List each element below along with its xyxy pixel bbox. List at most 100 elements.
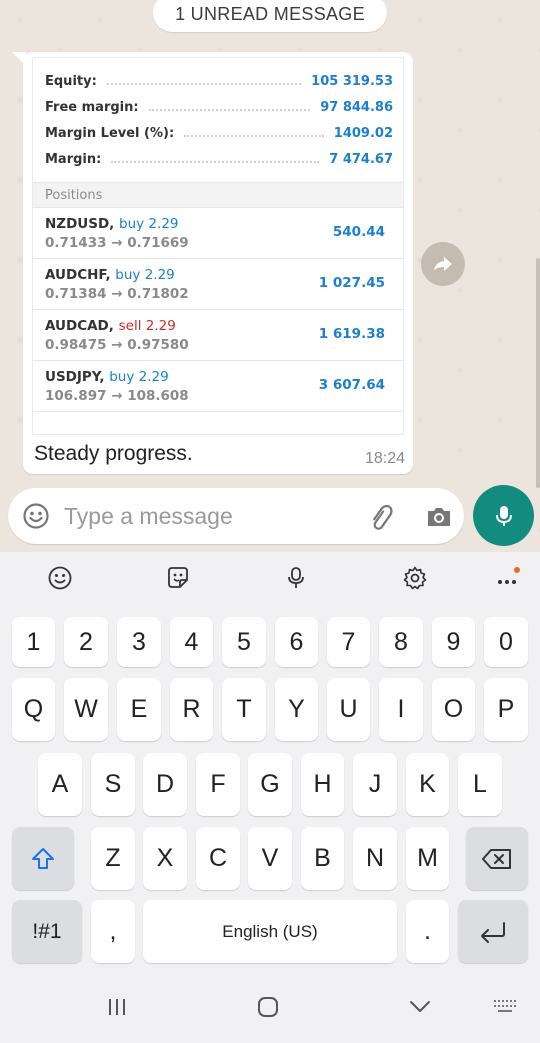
attach-button[interactable]	[366, 502, 396, 532]
key-6[interactable]: 6	[275, 617, 318, 667]
position-side: buy 2.29	[109, 369, 169, 385]
key-a[interactable]: A	[38, 753, 82, 816]
comma-key[interactable]: ,	[91, 900, 135, 963]
position-prices: 0.71433 → 0.71669	[45, 235, 189, 251]
key-0[interactable]: 0	[484, 617, 528, 667]
dotted-leader	[111, 161, 320, 163]
navigation-bar	[0, 972, 540, 1043]
backspace-icon	[482, 848, 511, 869]
voice-message-button[interactable]	[473, 485, 534, 546]
key-z[interactable]: Z	[91, 827, 135, 890]
message-time: 18:24	[364, 450, 405, 467]
voice-input-icon	[288, 567, 304, 588]
position-profit: 1 619.38	[318, 326, 385, 342]
message-composer	[8, 488, 464, 544]
scrollbar[interactable]	[536, 258, 540, 488]
symbol-text: NZDUSD,	[45, 216, 115, 232]
account-label: Margin Level (%):	[45, 125, 175, 141]
hide-keyboard-button[interactable]	[400, 992, 440, 1022]
position-row: NZDUSD, buy 2.29 0.71433 → 0.71669 540.4…	[33, 208, 403, 259]
position-prices: 0.98475 → 0.97580	[45, 337, 189, 353]
position-symbol: NZDUSD, buy 2.29	[45, 216, 179, 232]
key-4[interactable]: 4	[170, 617, 213, 667]
key-t[interactable]: T	[222, 678, 266, 741]
sticker-button[interactable]	[165, 565, 191, 591]
key-i[interactable]: I	[379, 678, 423, 741]
emoji-icon	[23, 503, 49, 529]
emoji-icon	[48, 566, 72, 590]
more-button[interactable]	[495, 565, 521, 591]
message-input[interactable]	[64, 496, 344, 536]
account-row-equity: Equity: 105 319.53	[45, 68, 393, 94]
position-prices: 0.71384 → 0.71802	[45, 286, 189, 302]
position-row: AUDCAD, sell 2.29 0.98475 → 0.97580 1 61…	[33, 310, 403, 361]
trading-screenshot[interactable]: Equity: 105 319.53 Free margin: 97 844.8…	[32, 57, 404, 435]
account-row-margin: Margin: 7 474.67	[45, 146, 393, 172]
recents-icon	[109, 999, 125, 1015]
key-w[interactable]: W	[64, 678, 108, 741]
account-label: Margin:	[45, 151, 102, 167]
key-3[interactable]: 3	[117, 617, 161, 667]
settings-icon	[403, 566, 427, 590]
symbol-text: USDJPY,	[45, 369, 105, 385]
enter-key[interactable]	[458, 900, 528, 963]
key-g[interactable]: G	[248, 753, 292, 816]
key-x[interactable]: X	[143, 827, 187, 890]
key-v[interactable]: V	[248, 827, 292, 890]
dotted-leader	[148, 109, 311, 111]
keyboard-icon	[494, 1000, 516, 1012]
key-s[interactable]: S	[91, 753, 135, 816]
key-o[interactable]: O	[432, 678, 475, 741]
paperclip-icon	[373, 504, 393, 530]
symbols-key[interactable]: !#1	[12, 900, 82, 963]
position-side: sell 2.29	[118, 318, 176, 334]
account-value: 7 474.67	[329, 151, 393, 167]
keyboard-emoji-button[interactable]	[47, 565, 73, 591]
key-9[interactable]: 9	[432, 617, 475, 667]
key-q[interactable]: Q	[12, 678, 55, 741]
account-value: 1409.02	[333, 125, 393, 141]
key-r[interactable]: R	[170, 678, 213, 741]
key-b[interactable]: B	[301, 827, 344, 890]
key-h[interactable]: H	[301, 753, 344, 816]
account-label: Equity:	[45, 73, 97, 89]
shift-key[interactable]	[12, 827, 74, 890]
keyboard-toolbar	[0, 552, 540, 604]
keyboard: 1 2 3 4 5 6 7 8 9 0 Q W E R T Y U I O P …	[0, 552, 540, 1043]
key-j[interactable]: J	[353, 753, 397, 816]
key-e[interactable]: E	[117, 678, 161, 741]
recents-button[interactable]	[97, 992, 137, 1022]
position-symbol: USDJPY, buy 2.29	[45, 369, 169, 385]
key-c[interactable]: C	[196, 827, 240, 890]
key-2[interactable]: 2	[64, 617, 108, 667]
unread-banner: 1 UNREAD MESSAGE	[153, 0, 387, 32]
emoji-button[interactable]	[22, 502, 50, 530]
keyboard-switch-button[interactable]	[485, 992, 525, 1022]
key-p[interactable]: P	[484, 678, 528, 741]
key-l[interactable]: L	[458, 753, 502, 816]
positions-header: Positions	[33, 182, 403, 208]
camera-button[interactable]	[424, 502, 454, 532]
key-7[interactable]: 7	[327, 617, 370, 667]
key-1[interactable]: 1	[12, 617, 55, 667]
forward-button[interactable]	[421, 242, 465, 286]
key-k[interactable]: K	[406, 753, 449, 816]
period-key[interactable]: .	[406, 900, 449, 963]
backspace-key[interactable]	[466, 827, 528, 890]
key-8[interactable]: 8	[379, 617, 423, 667]
keyboard-settings-button[interactable]	[402, 565, 428, 591]
key-m[interactable]: M	[406, 827, 449, 890]
key-n[interactable]: N	[353, 827, 397, 890]
sticker-icon	[168, 567, 188, 588]
key-5[interactable]: 5	[222, 617, 266, 667]
voice-input-button[interactable]	[283, 565, 309, 591]
key-d[interactable]: D	[143, 753, 187, 816]
key-f[interactable]: F	[196, 753, 240, 816]
space-key[interactable]: English (US)	[143, 900, 397, 963]
message-bubble[interactable]: Equity: 105 319.53 Free margin: 97 844.8…	[23, 52, 413, 474]
home-button[interactable]	[248, 992, 288, 1022]
key-y[interactable]: Y	[275, 678, 318, 741]
position-row: AUDCHF, buy 2.29 0.71384 → 0.71802 1 027…	[33, 259, 403, 310]
position-prices: 106.897 → 108.608	[45, 388, 189, 404]
key-u[interactable]: U	[327, 678, 370, 741]
